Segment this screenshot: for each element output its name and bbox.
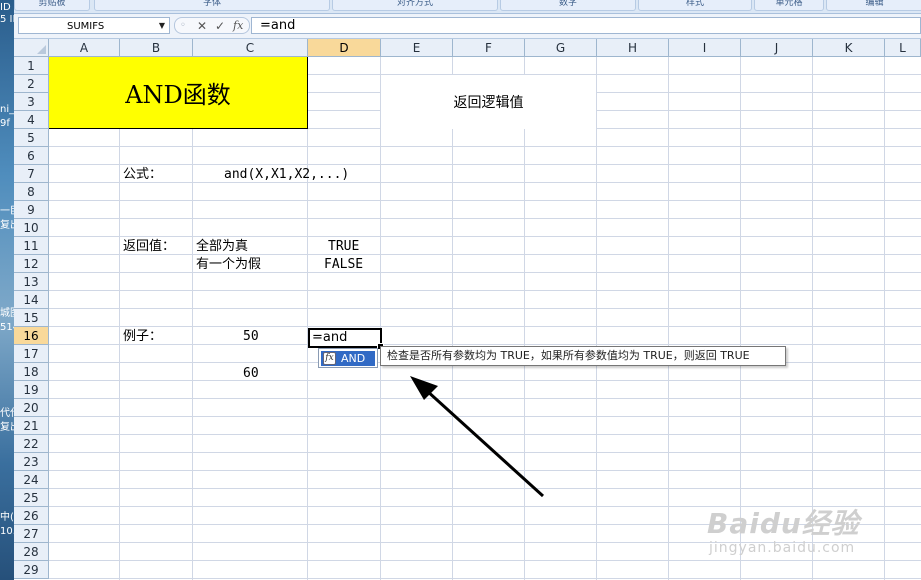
annotation-arrow	[410, 376, 545, 498]
watermark-url: jingyan.baidu.com	[709, 540, 856, 556]
watermark-logo: Baidu经验	[707, 507, 860, 540]
baidu-watermark: Baidu经验 jingyan.baidu.com	[707, 502, 872, 560]
